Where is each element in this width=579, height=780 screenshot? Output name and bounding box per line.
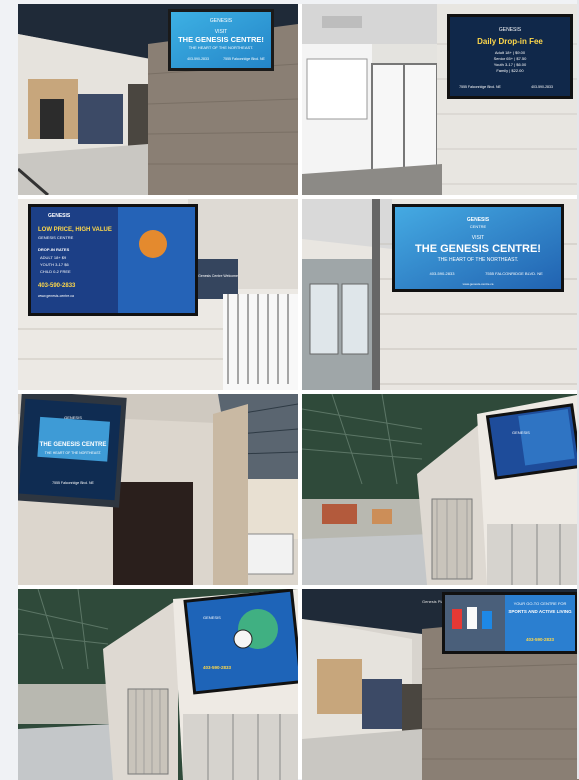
screen-line1: VISIT bbox=[472, 235, 485, 241]
screen-brand: GENESIS bbox=[64, 415, 82, 420]
screen-brand: GENESIS bbox=[467, 217, 490, 223]
screen-address: 7555 Falconridge Blvd. NE bbox=[459, 85, 501, 89]
photo-tile-sports-active-living[interactable]: Genesis Place YMCA Daycare bbox=[302, 589, 579, 780]
screen-brand: GENESIS bbox=[210, 18, 233, 24]
screen-phone: 403-590-2833 bbox=[531, 85, 553, 89]
screen-website: www.genesis-centre.ca bbox=[463, 282, 494, 286]
photo-tile-fieldhouse-corridor[interactable]: GENESIS bbox=[302, 394, 579, 585]
photo-tile-corner-tv[interactable]: GENESIS THE GENESIS CENTRE THE HEART OF … bbox=[18, 394, 298, 585]
screen-list-3: CHILD 0-2 FREE bbox=[40, 269, 71, 274]
screen-line2: THE GENESIS CENTRE! bbox=[415, 243, 541, 255]
photo-corner-tv: GENESIS THE GENESIS CENTRE THE HEART OF … bbox=[18, 394, 298, 585]
photo-sports-active-living: Genesis Place YMCA Daycare bbox=[302, 589, 579, 780]
screen-phone: 403-590-2833 bbox=[38, 283, 76, 289]
screen-line3: THE HEART OF THE NORTHEAST. bbox=[189, 45, 254, 50]
screen-subhead: GENESIS CENTRE bbox=[38, 235, 74, 240]
screen-address: 7555 Falconridge Blvd. NE bbox=[223, 57, 265, 61]
screen-line2: THE GENESIS CENTRE bbox=[40, 442, 107, 448]
photo-tile-visit-genesis[interactable]: GENESIS CENTRE VISIT THE GENESIS CENTRE!… bbox=[302, 199, 579, 390]
screen-brand: GENESIS bbox=[499, 27, 522, 33]
screen-address: 7555 Falconridge Blvd. NE bbox=[52, 481, 94, 485]
screen-row-4: Family | $22.00 bbox=[496, 68, 524, 73]
photo-tile-daily-drop-in-fee[interactable]: GENESIS Daily Drop-in Fee Adult 18+ | $9… bbox=[302, 4, 579, 195]
wall-sign: Genesis Centre Welcome bbox=[198, 274, 238, 278]
photo-visit-genesis: GENESIS CENTRE VISIT THE GENESIS CENTRE!… bbox=[302, 199, 579, 390]
screen-brand: GENESIS bbox=[203, 615, 221, 620]
screen-brand-sub: CENTRE bbox=[470, 224, 487, 229]
photo-daily-drop-in-fee: GENESIS Daily Drop-in Fee Adult 18+ | $9… bbox=[302, 4, 579, 195]
screen-phone: 403-590-2833 bbox=[430, 271, 456, 276]
screen-list-1: ADULT 18+ $9 bbox=[40, 255, 67, 260]
screen-headline: YOUR GO-TO CENTRE FOR bbox=[514, 601, 567, 606]
photo-grid: GENESIS VISIT THE GENESIS CENTRE! THE HE… bbox=[18, 4, 579, 780]
photo-hallway-tv-sign: GENESIS VISIT THE GENESIS CENTRE! THE HE… bbox=[18, 4, 298, 195]
screen-phone: 403-590-2833 bbox=[203, 665, 232, 670]
screen-phone: 403-590-2833 bbox=[526, 637, 555, 642]
photo-gallery-frame: GENESIS VISIT THE GENESIS CENTRE! THE HE… bbox=[18, 4, 579, 780]
screen-address: 7555 FALCONRIDGE BLVD. NE bbox=[485, 271, 543, 276]
screen-line3: THE HEART OF THE NORTHEAST. bbox=[45, 451, 102, 455]
photo-soccer-promo: GENESIS 403-590-2833 bbox=[18, 589, 298, 780]
screen-title: Daily Drop-in Fee bbox=[477, 37, 543, 46]
screen-row-2: Senior 65+ | $7.50 bbox=[494, 56, 528, 61]
screen-section: DROP-IN RATES bbox=[38, 247, 70, 252]
photo-basketball-promo: Genesis Centre Welcome GENESIS LOW PRICE… bbox=[18, 199, 298, 390]
screen-row-3: Youth 3-17 | $6.00 bbox=[494, 62, 527, 67]
screen-line2: THE GENESIS CENTRE! bbox=[178, 35, 264, 44]
screen-brand: GENESIS bbox=[48, 213, 71, 219]
screen-line3: THE HEART OF THE NORTHEAST. bbox=[438, 257, 519, 263]
screen-list-2: YOUTH 3-17 $6 bbox=[40, 262, 69, 267]
photo-fieldhouse-corridor: GENESIS bbox=[302, 394, 579, 585]
screen-row-1: Adult 18+ | $9.00 bbox=[495, 50, 526, 55]
screen-phone: 403-590-2833 bbox=[187, 57, 209, 61]
screen-website: www.genesis-centre.ca bbox=[38, 294, 74, 298]
screen-brand: GENESIS bbox=[512, 430, 530, 435]
screen-subhead: SPORTS AND ACTIVE LIVING bbox=[508, 609, 572, 614]
photo-tile-soccer-promo[interactable]: GENESIS 403-590-2833 bbox=[18, 589, 298, 780]
photo-tile-hallway-tv-sign[interactable]: GENESIS VISIT THE GENESIS CENTRE! THE HE… bbox=[18, 4, 298, 195]
photo-tile-basketball-promo[interactable]: Genesis Centre Welcome GENESIS LOW PRICE… bbox=[18, 199, 298, 390]
screen-headline: LOW PRICE, HIGH VALUE bbox=[38, 227, 112, 233]
